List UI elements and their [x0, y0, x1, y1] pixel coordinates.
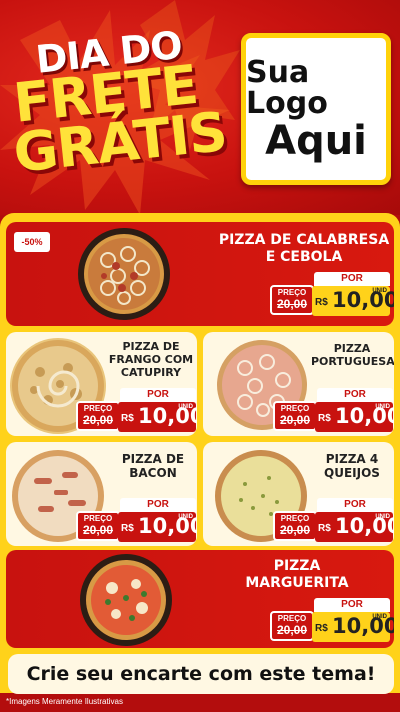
pizza-image-calabresa	[78, 228, 170, 320]
new-price-label: POR	[314, 272, 390, 286]
logo-text-line-2: Aqui	[265, 117, 367, 164]
price-tag: POR PREÇO20,00 R$10,00UNID	[270, 598, 394, 642]
price-tag: POR PREÇO20,00 R$10,00UNID	[270, 272, 394, 316]
product-card-frango: PIZZA DE FRANGO COM CATUPIRY POR PREÇO 20…	[6, 332, 197, 436]
old-price: PREÇO 20,00	[76, 401, 120, 431]
product-name: PIZZA DE BACON	[121, 452, 185, 481]
product-name: PIZZA DE FRANGO COM CATUPIRY	[108, 340, 194, 380]
product-card-portuguesa: PIZZA PORTUGUESA POR PREÇO20,00 R$10,00U…	[203, 332, 394, 436]
disclaimer-text: *Imagens Meramente Ilustrativas	[6, 697, 123, 706]
logo-placeholder: Sua Logo Aqui	[241, 33, 391, 185]
pizza-image-marguerita	[80, 554, 172, 646]
price-tag: POR PREÇO20,00 R$10,00UNID	[273, 498, 394, 542]
price-tag: POR PREÇO20,00 R$10,00UNID	[76, 388, 197, 432]
old-price: PREÇO 20,00	[270, 611, 314, 641]
product-card-bacon: PIZZA DE BACON POR PREÇO20,00 R$10,00UNI…	[6, 442, 197, 546]
promo-title: DIA DO FRETE GRÁTIS	[11, 23, 244, 185]
new-price: R$10,00UNID	[315, 512, 394, 542]
footer-cta: Crie seu encarte com este tema!	[8, 654, 394, 694]
new-price: R$10,00UNID	[315, 402, 394, 432]
new-price: R$10,00UNID	[118, 402, 197, 432]
new-price: R$10,00UNID	[118, 512, 197, 542]
old-price: PREÇO 20,00	[273, 511, 317, 541]
new-price: R$10,00UNID	[312, 286, 394, 316]
product-name: PIZZA MARGUERITA	[245, 558, 349, 591]
header-banner: DIA DO FRETE GRÁTIS Sua Logo Aqui	[0, 0, 400, 215]
product-name: PIZZA PORTUGUESA	[311, 342, 394, 369]
price-tag: POR PREÇO20,00 R$10,00UNID	[273, 388, 394, 432]
new-price-label: POR	[314, 598, 390, 612]
new-price-label: POR	[317, 388, 393, 402]
old-price: PREÇO 20,00	[76, 511, 120, 541]
new-price-label: POR	[120, 498, 196, 512]
product-card-marguerita: PIZZA MARGUERITA POR PREÇO 20,00 R$ 10,00 U…	[6, 550, 394, 648]
product-card-4-queijos: PIZZA 4 QUEIJOS POR PREÇO20,00 R$10,00UN…	[203, 442, 394, 546]
old-price: PREÇO 20,00	[273, 401, 317, 431]
product-name: PIZZA 4 QUEIJOS	[324, 452, 380, 481]
new-price: R$10,00UNID	[312, 612, 394, 642]
logo-text-line-1: Sua Logo	[246, 54, 328, 121]
product-card-calabresa: -50% PIZZA DE CALABRESA E CEBOLA POR PRE…	[6, 222, 394, 326]
new-price-label: POR	[317, 498, 393, 512]
price-tag: POR PREÇO20,00 R$10,00UNID	[76, 498, 197, 542]
old-price: PREÇO 20,00	[270, 285, 314, 315]
discount-badge: -50%	[14, 232, 50, 252]
product-name: PIZZA DE CALABRESA E CEBOLA	[218, 232, 390, 265]
new-price-label: POR	[120, 388, 196, 402]
